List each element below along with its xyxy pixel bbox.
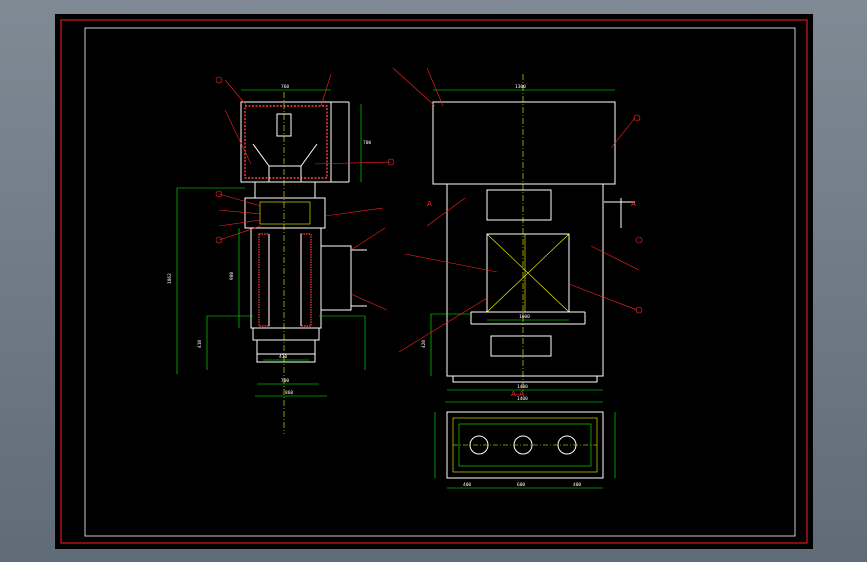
dim-section-seg-2: 600 [517,482,525,488]
dim-section-seg-3: 400 [573,482,581,488]
dim-front-side-height: 700 [363,140,371,146]
side-view: 1300 1000 420 1400 A A [392,67,643,394]
section-mark-left: A [427,200,432,208]
inner-border [84,27,796,537]
section-view: A–A 1400 400 600 400 [434,390,616,489]
cad-drawing: 760 700 1862 980 410 410 700 860 1300 10… [60,19,808,544]
dim-front-bottom-width-1: 410 [279,354,287,360]
dim-side-lower-height: 420 [421,340,427,348]
dim-front-total-height: 1862 [167,273,173,284]
dim-front-lower-height: 410 [197,340,203,348]
section-mark-right: A [631,200,636,208]
dim-front-bottom-width-2: 700 [281,378,289,384]
dim-front-top-width: 760 [281,84,289,90]
dim-side-top-width: 1300 [515,84,526,90]
dim-front-base-width: 860 [285,390,293,396]
front-view: 760 700 1862 980 410 410 700 860 [167,73,395,434]
dim-section-seg-1: 400 [463,482,471,488]
cad-viewport: 760 700 1862 980 410 410 700 860 1300 10… [0,0,867,562]
drawing-sheet: 760 700 1862 980 410 410 700 860 1300 10… [55,14,813,549]
dim-side-box-width: 1000 [519,314,530,320]
dim-front-mid-height: 980 [229,272,235,280]
dim-section-width: 1400 [517,396,528,402]
